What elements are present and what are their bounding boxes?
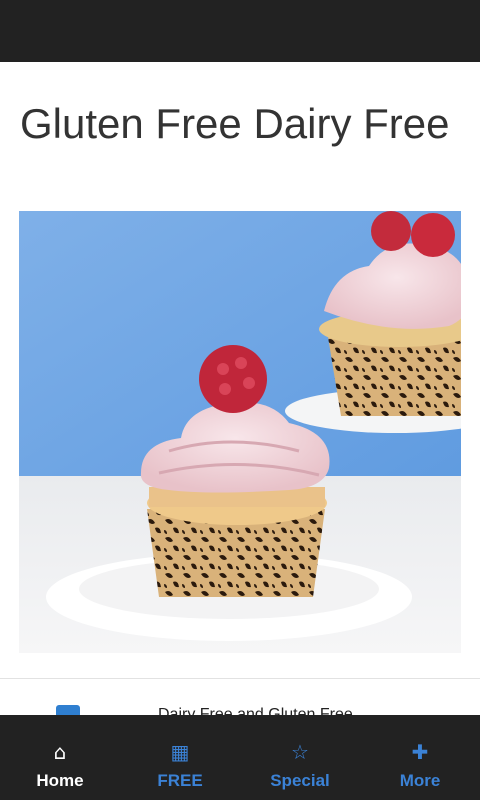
tab-free[interactable]: ▦ FREE: [120, 715, 240, 800]
tab-label: Special: [270, 771, 330, 790]
list-item[interactable]: Dairy Free and Gluten Free: [0, 679, 480, 719]
gift-icon: ▦: [170, 740, 190, 764]
tab-label: Home: [36, 771, 84, 790]
tab-bar: ⌂ Home ▦ FREE ☆ Special ✚ More: [0, 715, 480, 800]
tab-label: FREE: [157, 771, 203, 790]
tab-home[interactable]: ⌂ Home: [0, 715, 120, 800]
star-icon: ☆: [291, 740, 309, 764]
page-title: Gluten Free Dairy Free: [20, 100, 450, 147]
hero-image: [19, 211, 461, 653]
status-bar: [0, 0, 480, 62]
tab-label: More: [399, 771, 441, 790]
plus-icon: ✚: [411, 740, 429, 764]
tab-special[interactable]: ☆ Special: [240, 715, 360, 800]
home-icon: ⌂: [53, 740, 67, 764]
tab-more[interactable]: ✚ More: [360, 715, 480, 800]
